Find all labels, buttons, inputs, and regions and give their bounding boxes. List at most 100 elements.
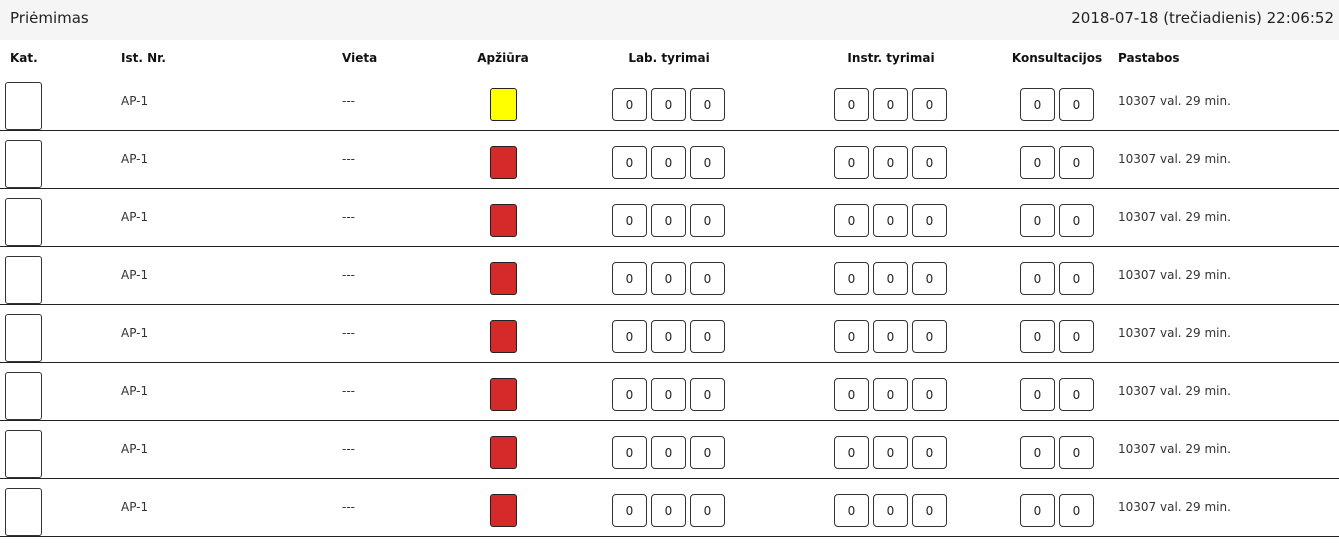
instr-tyrimai-counter[interactable]: 0 [912, 262, 947, 295]
konsultacijos-counter[interactable]: 0 [1020, 88, 1055, 121]
instr-tyrimai-counter[interactable]: 0 [912, 204, 947, 237]
konsultacijos-counter[interactable]: 0 [1020, 494, 1055, 527]
konsultacijos-counter[interactable]: 0 [1059, 262, 1094, 295]
lab-tyrimai-counter[interactable]: 0 [651, 204, 686, 237]
apziura-status-indicator[interactable] [490, 88, 517, 121]
instr-tyrimai-counter[interactable]: 0 [834, 146, 869, 179]
instr-tyrimai-counter[interactable]: 0 [912, 436, 947, 469]
instr-tyrimai-counter[interactable]: 0 [834, 378, 869, 411]
lab-tyrimai-counter[interactable]: 0 [612, 146, 647, 179]
lab-tyrimai-counter[interactable]: 0 [651, 262, 686, 295]
lab-tyrimai-counter[interactable]: 0 [690, 262, 725, 295]
apziura-status-indicator[interactable] [490, 146, 517, 179]
konsultacijos-counter[interactable]: 0 [1020, 204, 1055, 237]
table-row[interactable]: AP-1 --- 0 0 0 0 0 0 0 0 10307 val. 29 min. [0, 138, 1339, 196]
lab-tyrimai-counter[interactable]: 0 [651, 146, 686, 179]
column-header-apziura[interactable]: Apžiūra [477, 51, 529, 65]
table-row[interactable]: AP-1 --- 0 0 0 0 0 0 0 0 10307 val. 29 min. [0, 80, 1339, 138]
lab-tyrimai-counter[interactable]: 0 [651, 378, 686, 411]
lab-tyrimai-counter[interactable]: 0 [690, 88, 725, 121]
apziura-status-indicator[interactable] [490, 204, 517, 237]
instr-tyrimai-counter[interactable]: 0 [873, 378, 908, 411]
konsultacijos-counter[interactable]: 0 [1059, 320, 1094, 353]
column-header-instr-tyrimai[interactable]: Instr. tyrimai [847, 51, 934, 65]
table-row[interactable]: AP-1 --- 0 0 0 0 0 0 0 0 10307 val. 29 min. [0, 428, 1339, 486]
lab-tyrimai-counter[interactable]: 0 [690, 494, 725, 527]
instr-tyrimai-counter[interactable]: 0 [873, 88, 908, 121]
column-header-pastabos[interactable]: Pastabos [1118, 51, 1180, 65]
instr-tyrimai-counter[interactable]: 0 [912, 88, 947, 121]
pastabos-cell: 10307 val. 29 min. [1118, 442, 1231, 456]
konsultacijos-counter[interactable]: 0 [1020, 320, 1055, 353]
instr-tyrimai-counter[interactable]: 0 [873, 262, 908, 295]
category-box[interactable] [5, 256, 42, 304]
category-box[interactable] [5, 198, 42, 246]
table-row[interactable]: AP-1 --- 0 0 0 0 0 0 0 0 10307 val. 29 min. [0, 312, 1339, 370]
table-row[interactable]: AP-1 --- 0 0 0 0 0 0 0 0 10307 val. 29 min. [0, 370, 1339, 428]
lab-tyrimai-counter[interactable]: 0 [612, 88, 647, 121]
instr-tyrimai-counter[interactable]: 0 [912, 320, 947, 353]
table-row[interactable]: AP-1 --- 0 0 0 0 0 0 0 0 10307 val. 29 min. [0, 254, 1339, 312]
instr-tyrimai-counter[interactable]: 0 [873, 204, 908, 237]
category-box[interactable] [5, 372, 42, 420]
instr-tyrimai-counter[interactable]: 0 [873, 436, 908, 469]
apziura-status-indicator[interactable] [490, 378, 517, 411]
instr-tyrimai-counter[interactable]: 0 [834, 262, 869, 295]
instr-tyrimai-counter[interactable]: 0 [873, 494, 908, 527]
lab-tyrimai-counter[interactable]: 0 [612, 378, 647, 411]
konsultacijos-counter[interactable]: 0 [1059, 436, 1094, 469]
column-header-konsultacijos[interactable]: Konsultacijos [1012, 51, 1102, 65]
lab-tyrimai-counter[interactable]: 0 [690, 204, 725, 237]
category-box[interactable] [5, 430, 42, 478]
lab-tyrimai-counter[interactable]: 0 [690, 436, 725, 469]
column-header-kat[interactable]: Kat. [10, 51, 38, 65]
column-header-ist-nr[interactable]: Ist. Nr. [121, 51, 166, 65]
category-box[interactable] [5, 314, 42, 362]
konsultacijos-counter[interactable]: 0 [1059, 494, 1094, 527]
instr-tyrimai-counter[interactable]: 0 [873, 320, 908, 353]
lab-tyrimai-counter[interactable]: 0 [612, 204, 647, 237]
table-row[interactable]: AP-1 --- 0 0 0 0 0 0 0 0 10307 val. 29 min. [0, 196, 1339, 254]
ist-nr-cell: AP-1 [121, 152, 149, 166]
instr-tyrimai-counter[interactable]: 0 [912, 378, 947, 411]
konsultacijos-counter[interactable]: 0 [1059, 204, 1094, 237]
konsultacijos-counter[interactable]: 0 [1020, 262, 1055, 295]
lab-tyrimai-counter[interactable]: 0 [612, 494, 647, 527]
konsultacijos-counter[interactable]: 0 [1020, 146, 1055, 179]
lab-tyrimai-counter[interactable]: 0 [690, 320, 725, 353]
instr-tyrimai-counter[interactable]: 0 [873, 146, 908, 179]
instr-tyrimai-counter[interactable]: 0 [834, 494, 869, 527]
lab-tyrimai-counter[interactable]: 0 [690, 378, 725, 411]
instr-tyrimai-counter[interactable]: 0 [912, 146, 947, 179]
konsultacijos-counter[interactable]: 0 [1059, 146, 1094, 179]
lab-tyrimai-counter[interactable]: 0 [651, 88, 686, 121]
category-box[interactable] [5, 82, 42, 130]
lab-tyrimai-counter[interactable]: 0 [690, 146, 725, 179]
apziura-status-indicator[interactable] [490, 436, 517, 469]
lab-tyrimai-counter[interactable]: 0 [612, 262, 647, 295]
category-box[interactable] [5, 488, 42, 536]
lab-tyrimai-counter[interactable]: 0 [612, 320, 647, 353]
lab-tyrimai-counter[interactable]: 0 [651, 436, 686, 469]
konsultacijos-counter[interactable]: 0 [1059, 378, 1094, 411]
category-box[interactable] [5, 140, 42, 188]
table-row[interactable]: AP-1 --- 0 0 0 0 0 0 0 0 10307 val. 29 min. [0, 486, 1339, 544]
konsultacijos-counter[interactable]: 0 [1020, 378, 1055, 411]
row-divider [0, 362, 1339, 363]
apziura-status-indicator[interactable] [490, 494, 517, 527]
konsultacijos-counter[interactable]: 0 [1059, 88, 1094, 121]
apziura-status-indicator[interactable] [490, 262, 517, 295]
instr-tyrimai-counter[interactable]: 0 [912, 494, 947, 527]
konsultacijos-counter[interactable]: 0 [1020, 436, 1055, 469]
apziura-status-indicator[interactable] [490, 320, 517, 353]
lab-tyrimai-counter[interactable]: 0 [651, 320, 686, 353]
instr-tyrimai-counter[interactable]: 0 [834, 88, 869, 121]
column-header-vieta[interactable]: Vieta [342, 51, 377, 65]
lab-tyrimai-counter[interactable]: 0 [612, 436, 647, 469]
column-header-lab-tyrimai[interactable]: Lab. tyrimai [628, 51, 709, 65]
row-divider [0, 478, 1339, 479]
instr-tyrimai-counter[interactable]: 0 [834, 320, 869, 353]
lab-tyrimai-counter[interactable]: 0 [651, 494, 686, 527]
instr-tyrimai-counter[interactable]: 0 [834, 436, 869, 469]
instr-tyrimai-counter[interactable]: 0 [834, 204, 869, 237]
